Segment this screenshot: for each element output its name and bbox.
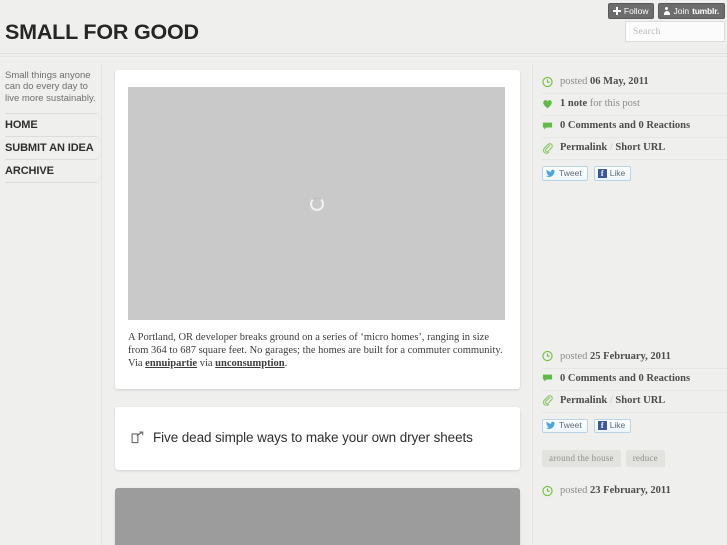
meta-permalink: Permalink / Short URL xyxy=(542,391,727,413)
facebook-icon: f xyxy=(597,421,607,430)
tag-list: around the house reduce xyxy=(542,433,727,467)
meta-notes: 1 note for this post xyxy=(542,94,727,116)
caption-text-mid: via xyxy=(197,358,216,370)
sidebar-description: Small things anyone can do every day to … xyxy=(5,70,96,104)
external-link-icon xyxy=(131,431,144,443)
page-title[interactable]: SMALL FOR GOOD xyxy=(5,20,199,45)
caption-text-end: . xyxy=(284,358,288,370)
photo-placeholder[interactable] xyxy=(128,87,505,320)
tweet-label: Tweet xyxy=(559,420,582,431)
posted-date: 25 February, 2011 xyxy=(590,350,671,362)
posted-date: 23 February, 2011 xyxy=(590,485,671,496)
meta-comments: 0 Comments and 0 Reactions xyxy=(542,369,727,391)
permalink-link[interactable]: Permalink xyxy=(560,395,607,406)
clock-icon xyxy=(542,76,553,87)
tumblr-controls: Follow Join tumblr. xyxy=(607,3,725,19)
search-input[interactable] xyxy=(633,26,727,37)
tweet-label: Tweet xyxy=(559,167,582,178)
comment-bubble-icon xyxy=(542,122,553,129)
heart-icon xyxy=(543,99,552,108)
twitter-bird-icon xyxy=(546,169,556,177)
post-caption: A Portland, OR developer breaks ground o… xyxy=(115,320,520,389)
sidebar-divider xyxy=(101,64,102,545)
meta-divider xyxy=(532,64,533,545)
posted-label: posted xyxy=(560,485,588,496)
posted-date: 06 May, 2011 xyxy=(590,76,649,87)
sidebar: Small things anyone can do every day to … xyxy=(5,70,97,184)
posted-label: posted xyxy=(560,76,588,87)
meta-posted-date: posted 25 February, 2011 xyxy=(542,347,727,369)
plus-icon xyxy=(612,6,621,15)
twitter-bird-icon xyxy=(546,421,556,430)
post-meta-quote: posted 23 February, 2011 xyxy=(542,481,727,502)
paperclip-icon xyxy=(542,142,553,154)
comments-count[interactable]: 0 Comments and 0 Reactions xyxy=(560,373,690,384)
follow-button-label: Follow xyxy=(623,5,649,16)
like-label: Like xyxy=(609,167,626,178)
join-tumblr-button[interactable]: Join tumblr. xyxy=(658,3,725,19)
sidebar-item-archive[interactable]: ARCHIVE xyxy=(5,159,97,184)
share-buttons: Tweet f Like xyxy=(542,413,727,433)
paperclip-icon xyxy=(542,395,553,406)
post-meta-photo: posted 06 May, 2011 1 note for this post… xyxy=(542,72,727,181)
search-box[interactable] xyxy=(625,21,727,42)
meta-separator: / xyxy=(609,394,613,406)
tag-around-the-house[interactable]: around the house xyxy=(542,450,621,467)
tweet-button[interactable]: Tweet xyxy=(542,418,588,433)
link-post-body: Five dead simple ways to make your own d… xyxy=(115,407,520,470)
notes-suffix: for this post xyxy=(589,98,640,109)
header-divider-secondary xyxy=(0,56,727,57)
meta-posted-date: posted 23 February, 2011 xyxy=(542,481,727,502)
meta-separator: / xyxy=(609,142,613,153)
post-photo: A Portland, OR developer breaks ground o… xyxy=(115,70,520,389)
loading-spinner-icon xyxy=(309,196,324,211)
meta-permalink: Permalink / Short URL xyxy=(542,138,727,160)
comment-bubble-icon xyxy=(542,374,553,382)
comments-count[interactable]: 0 Comments and 0 Reactions xyxy=(560,120,690,131)
facebook-like-button[interactable]: f Like xyxy=(593,418,632,433)
tweet-button[interactable]: Tweet xyxy=(542,166,588,181)
facebook-icon: f xyxy=(597,168,607,178)
share-buttons: Tweet f Like xyxy=(542,160,727,181)
follow-button[interactable]: Follow xyxy=(607,3,655,19)
link-post-title[interactable]: Five dead simple ways to make your own d… xyxy=(153,430,473,445)
header-divider xyxy=(0,53,727,54)
meta-column: posted 06 May, 2011 1 note for this post… xyxy=(542,72,727,502)
sidebar-item-home[interactable]: HOME xyxy=(5,113,97,136)
photo-frame xyxy=(115,70,520,320)
meta-comments: 0 Comments and 0 Reactions xyxy=(542,116,727,138)
like-label: Like xyxy=(609,420,626,431)
post-link: Five dead simple ways to make your own d… xyxy=(115,406,520,470)
permalink-link[interactable]: Permalink xyxy=(560,142,607,153)
clock-icon xyxy=(542,485,553,496)
join-label: Join xyxy=(673,5,690,16)
post-list: A Portland, OR developer breaks ground o… xyxy=(115,70,520,545)
sidebar-item-submit-an-idea[interactable]: SUBMIT AN IDEA xyxy=(5,136,97,159)
person-icon xyxy=(663,6,670,15)
post-quote[interactable] xyxy=(115,487,520,545)
tumblr-brand-label: tumblr. xyxy=(692,5,719,16)
clock-icon xyxy=(542,350,553,362)
meta-posted-date: posted 06 May, 2011 xyxy=(542,72,727,94)
facebook-like-button[interactable]: f Like xyxy=(593,166,632,181)
caption-link-unconsumption[interactable]: unconsumption xyxy=(215,358,284,369)
tag-reduce[interactable]: reduce xyxy=(625,450,665,467)
post-meta-link: posted 25 February, 2011 0 Comments and … xyxy=(542,347,727,467)
caption-link-ennuipartie[interactable]: ennuipartie xyxy=(145,358,197,369)
short-url-link[interactable]: Short URL xyxy=(615,142,665,153)
short-url-link[interactable]: Short URL xyxy=(615,395,665,406)
notes-count[interactable]: 1 note xyxy=(560,98,587,109)
posted-label: posted xyxy=(560,350,588,362)
